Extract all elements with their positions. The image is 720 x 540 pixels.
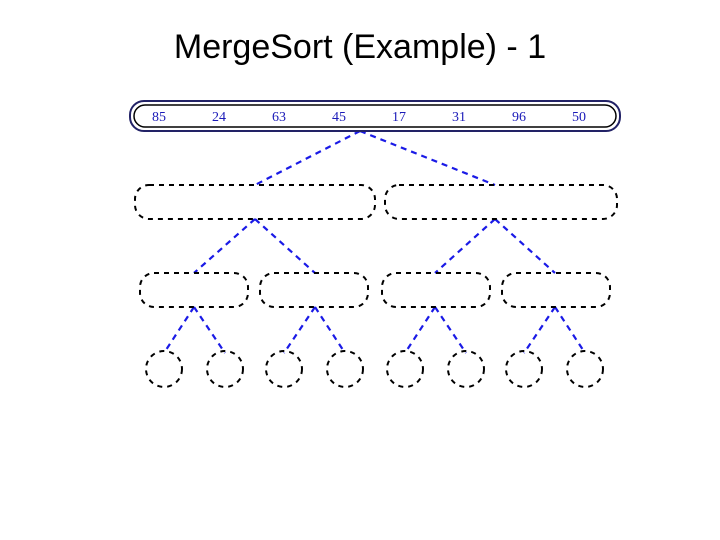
l2-node-3 (382, 273, 490, 307)
root-value-3: 45 (332, 110, 346, 125)
l3-node-7 (506, 351, 542, 387)
l3-node-8 (567, 351, 603, 387)
edge-l2c-l3-5 (405, 307, 435, 353)
l2-node-2 (260, 273, 368, 307)
l3-node-4 (327, 351, 363, 387)
edge-l2c-l3-6 (435, 307, 466, 353)
l2-node-1 (140, 273, 248, 307)
edge-root-l1-right (360, 131, 495, 185)
edge-l1a-l2a (194, 219, 255, 273)
root-value-5: 31 (452, 110, 466, 125)
edge-l2a-l3-2 (194, 307, 225, 353)
mergesort-tree-diagram: 85 24 63 45 17 31 96 50 (0, 67, 720, 487)
root-value-4: 17 (392, 110, 406, 125)
slide-title: MergeSort (Example) - 1 (0, 0, 720, 67)
root-value-7: 50 (572, 110, 586, 125)
l3-node-5 (387, 351, 423, 387)
l3-node-6 (448, 351, 484, 387)
edge-l2b-l3-4 (315, 307, 345, 353)
l3-node-3 (266, 351, 302, 387)
l1-node-left (135, 185, 375, 219)
l2-node-4 (502, 273, 610, 307)
edge-root-l1-left (255, 131, 360, 185)
root-value-1: 24 (212, 110, 226, 125)
root-value-2: 63 (272, 110, 286, 125)
root-value-0: 85 (152, 110, 166, 125)
l3-node-2 (207, 351, 243, 387)
l3-node-1 (146, 351, 182, 387)
edge-l1a-l2b (255, 219, 315, 273)
edge-l2b-l3-3 (284, 307, 315, 353)
edge-l2d-l3-8 (555, 307, 585, 353)
edge-l2d-l3-7 (524, 307, 555, 353)
root-node-inner (134, 105, 616, 127)
edge-l2a-l3-1 (164, 307, 194, 353)
l1-node-right (385, 185, 617, 219)
edge-l1b-l2d (495, 219, 555, 273)
root-value-6: 96 (512, 110, 526, 125)
edge-l1b-l2c (435, 219, 495, 273)
